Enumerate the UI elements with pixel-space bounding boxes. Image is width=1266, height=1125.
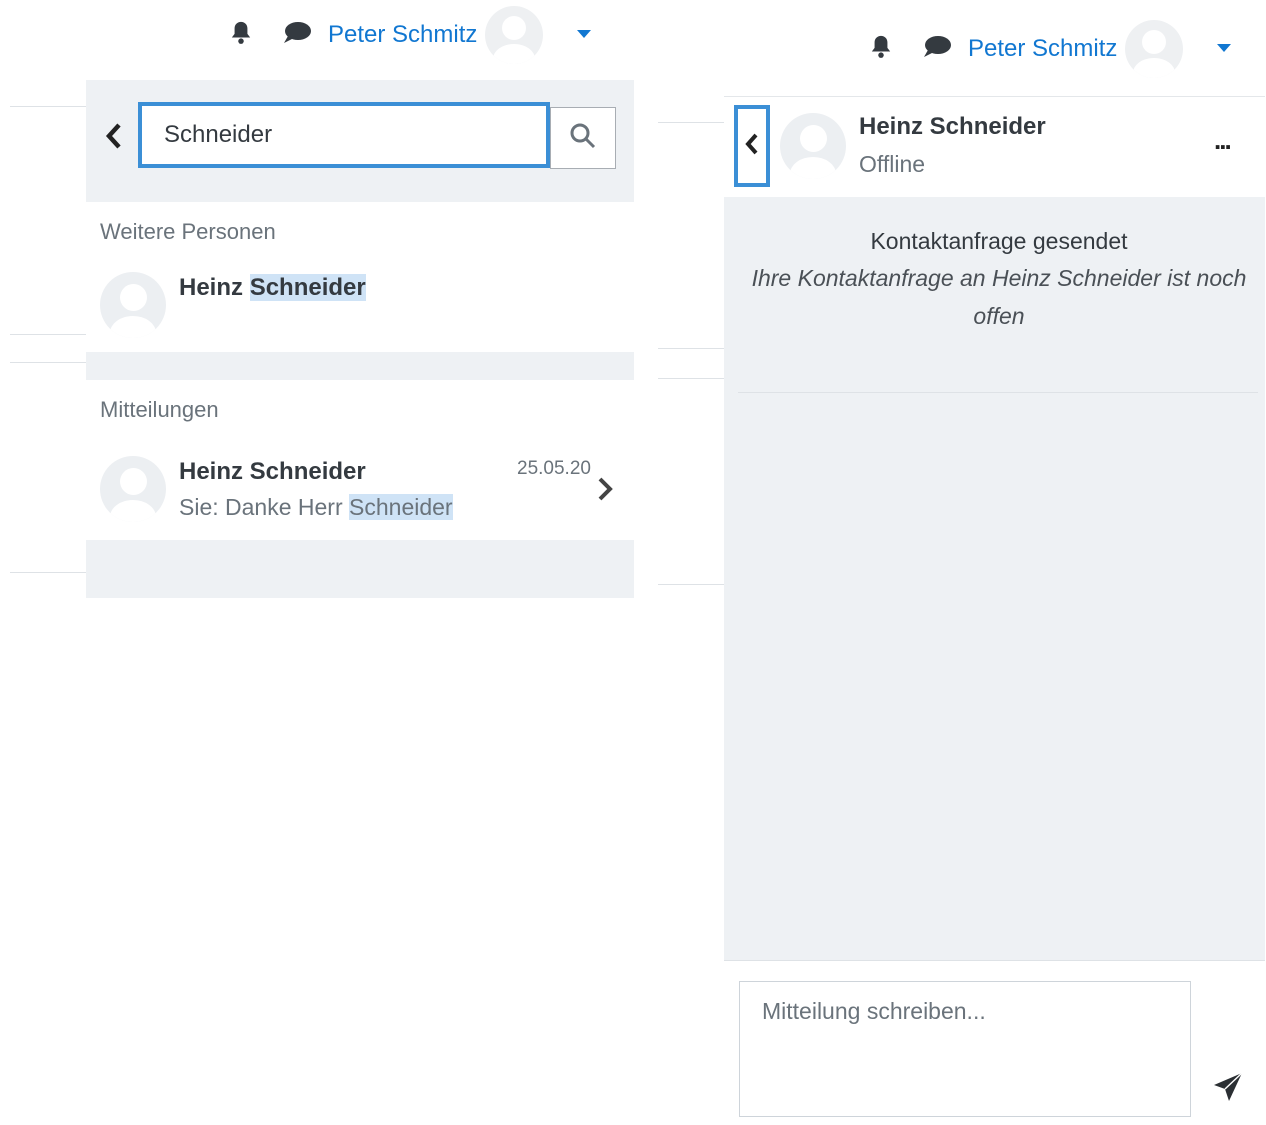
contact-first-name: Heinz	[179, 274, 244, 301]
search-icon	[569, 122, 597, 155]
conversation-name[interactable]: Heinz Schneider	[859, 113, 1046, 141]
message-date: 25.05.20	[517, 458, 591, 479]
contact-request-notice: Kontaktanfrage gesendet Ihre Kontaktanfr…	[744, 228, 1254, 335]
back-button[interactable]	[734, 105, 770, 187]
page-divider	[10, 334, 86, 335]
bell-icon[interactable]	[870, 34, 892, 65]
message-result[interactable]: Heinz Schneider 25.05.20 Sie: Danke Herr…	[100, 456, 620, 526]
message-drawer-search: Weitere Personen Heinz Schneider Mitteil…	[86, 80, 634, 598]
contact-result[interactable]: Heinz Schneider	[100, 272, 366, 338]
chevron-right-icon	[596, 476, 614, 507]
search-button[interactable]	[550, 107, 616, 169]
conversation-header: Heinz Schneider Offline ...	[724, 96, 1265, 197]
search-bar	[86, 80, 634, 198]
notice-divider	[738, 392, 1258, 393]
message-preview: Sie: Danke Herr Schneider	[179, 494, 453, 521]
message-drawer-conversation: Heinz Schneider Offline ... Kontaktanfra…	[724, 96, 1265, 1125]
page-divider	[658, 122, 724, 123]
message-input[interactable]: Mitteilung schreiben...	[739, 981, 1191, 1117]
navbar-left: Peter Schmitz	[230, 6, 592, 64]
page-divider	[658, 348, 724, 349]
caret-down-icon[interactable]	[577, 18, 592, 46]
section-title: Weitere Personen	[100, 219, 276, 244]
navbar-right: Peter Schmitz	[870, 20, 1232, 78]
more-options-button[interactable]: ...	[1214, 125, 1232, 156]
bell-icon[interactable]	[230, 20, 252, 51]
chevron-left-icon	[744, 132, 760, 161]
message-sender: Heinz Schneider	[179, 458, 366, 485]
user-avatar[interactable]	[485, 6, 544, 64]
message-composer: Mitteilung schreiben...	[724, 960, 1265, 1125]
caret-down-icon[interactable]	[1217, 32, 1232, 60]
search-input[interactable]	[138, 102, 550, 168]
page-divider	[10, 572, 86, 573]
send-icon[interactable]	[1212, 1071, 1244, 1108]
notice-text: Ihre Kontaktanfrage an Heinz Schneider i…	[751, 265, 1247, 329]
search-highlight: Schneider	[349, 494, 453, 520]
chevron-left-icon[interactable]	[104, 122, 124, 155]
messages-section: Mitteilungen Heinz Schneider 25.05.20 Si…	[86, 380, 634, 540]
notice-title: Kontaktanfrage gesendet	[870, 228, 1128, 254]
user-menu-name[interactable]: Peter Schmitz	[328, 21, 477, 49]
user-avatar[interactable]	[1125, 20, 1184, 78]
page-divider	[10, 362, 86, 363]
page-divider	[658, 378, 724, 379]
conversation-status: Offline	[859, 151, 926, 177]
search-highlight: Schneider	[249, 274, 366, 301]
user-menu-name[interactable]: Peter Schmitz	[968, 35, 1117, 63]
section-title: Mitteilungen	[100, 397, 219, 422]
speech-bubble-icon[interactable]	[922, 34, 952, 65]
speech-bubble-icon[interactable]	[282, 20, 312, 51]
contacts-section: Weitere Personen Heinz Schneider	[86, 202, 634, 352]
avatar	[100, 272, 166, 338]
avatar	[100, 456, 166, 522]
preview-text: Sie: Danke Herr	[179, 494, 350, 520]
avatar	[780, 113, 846, 179]
page-divider	[10, 106, 86, 107]
page-divider	[658, 584, 724, 585]
